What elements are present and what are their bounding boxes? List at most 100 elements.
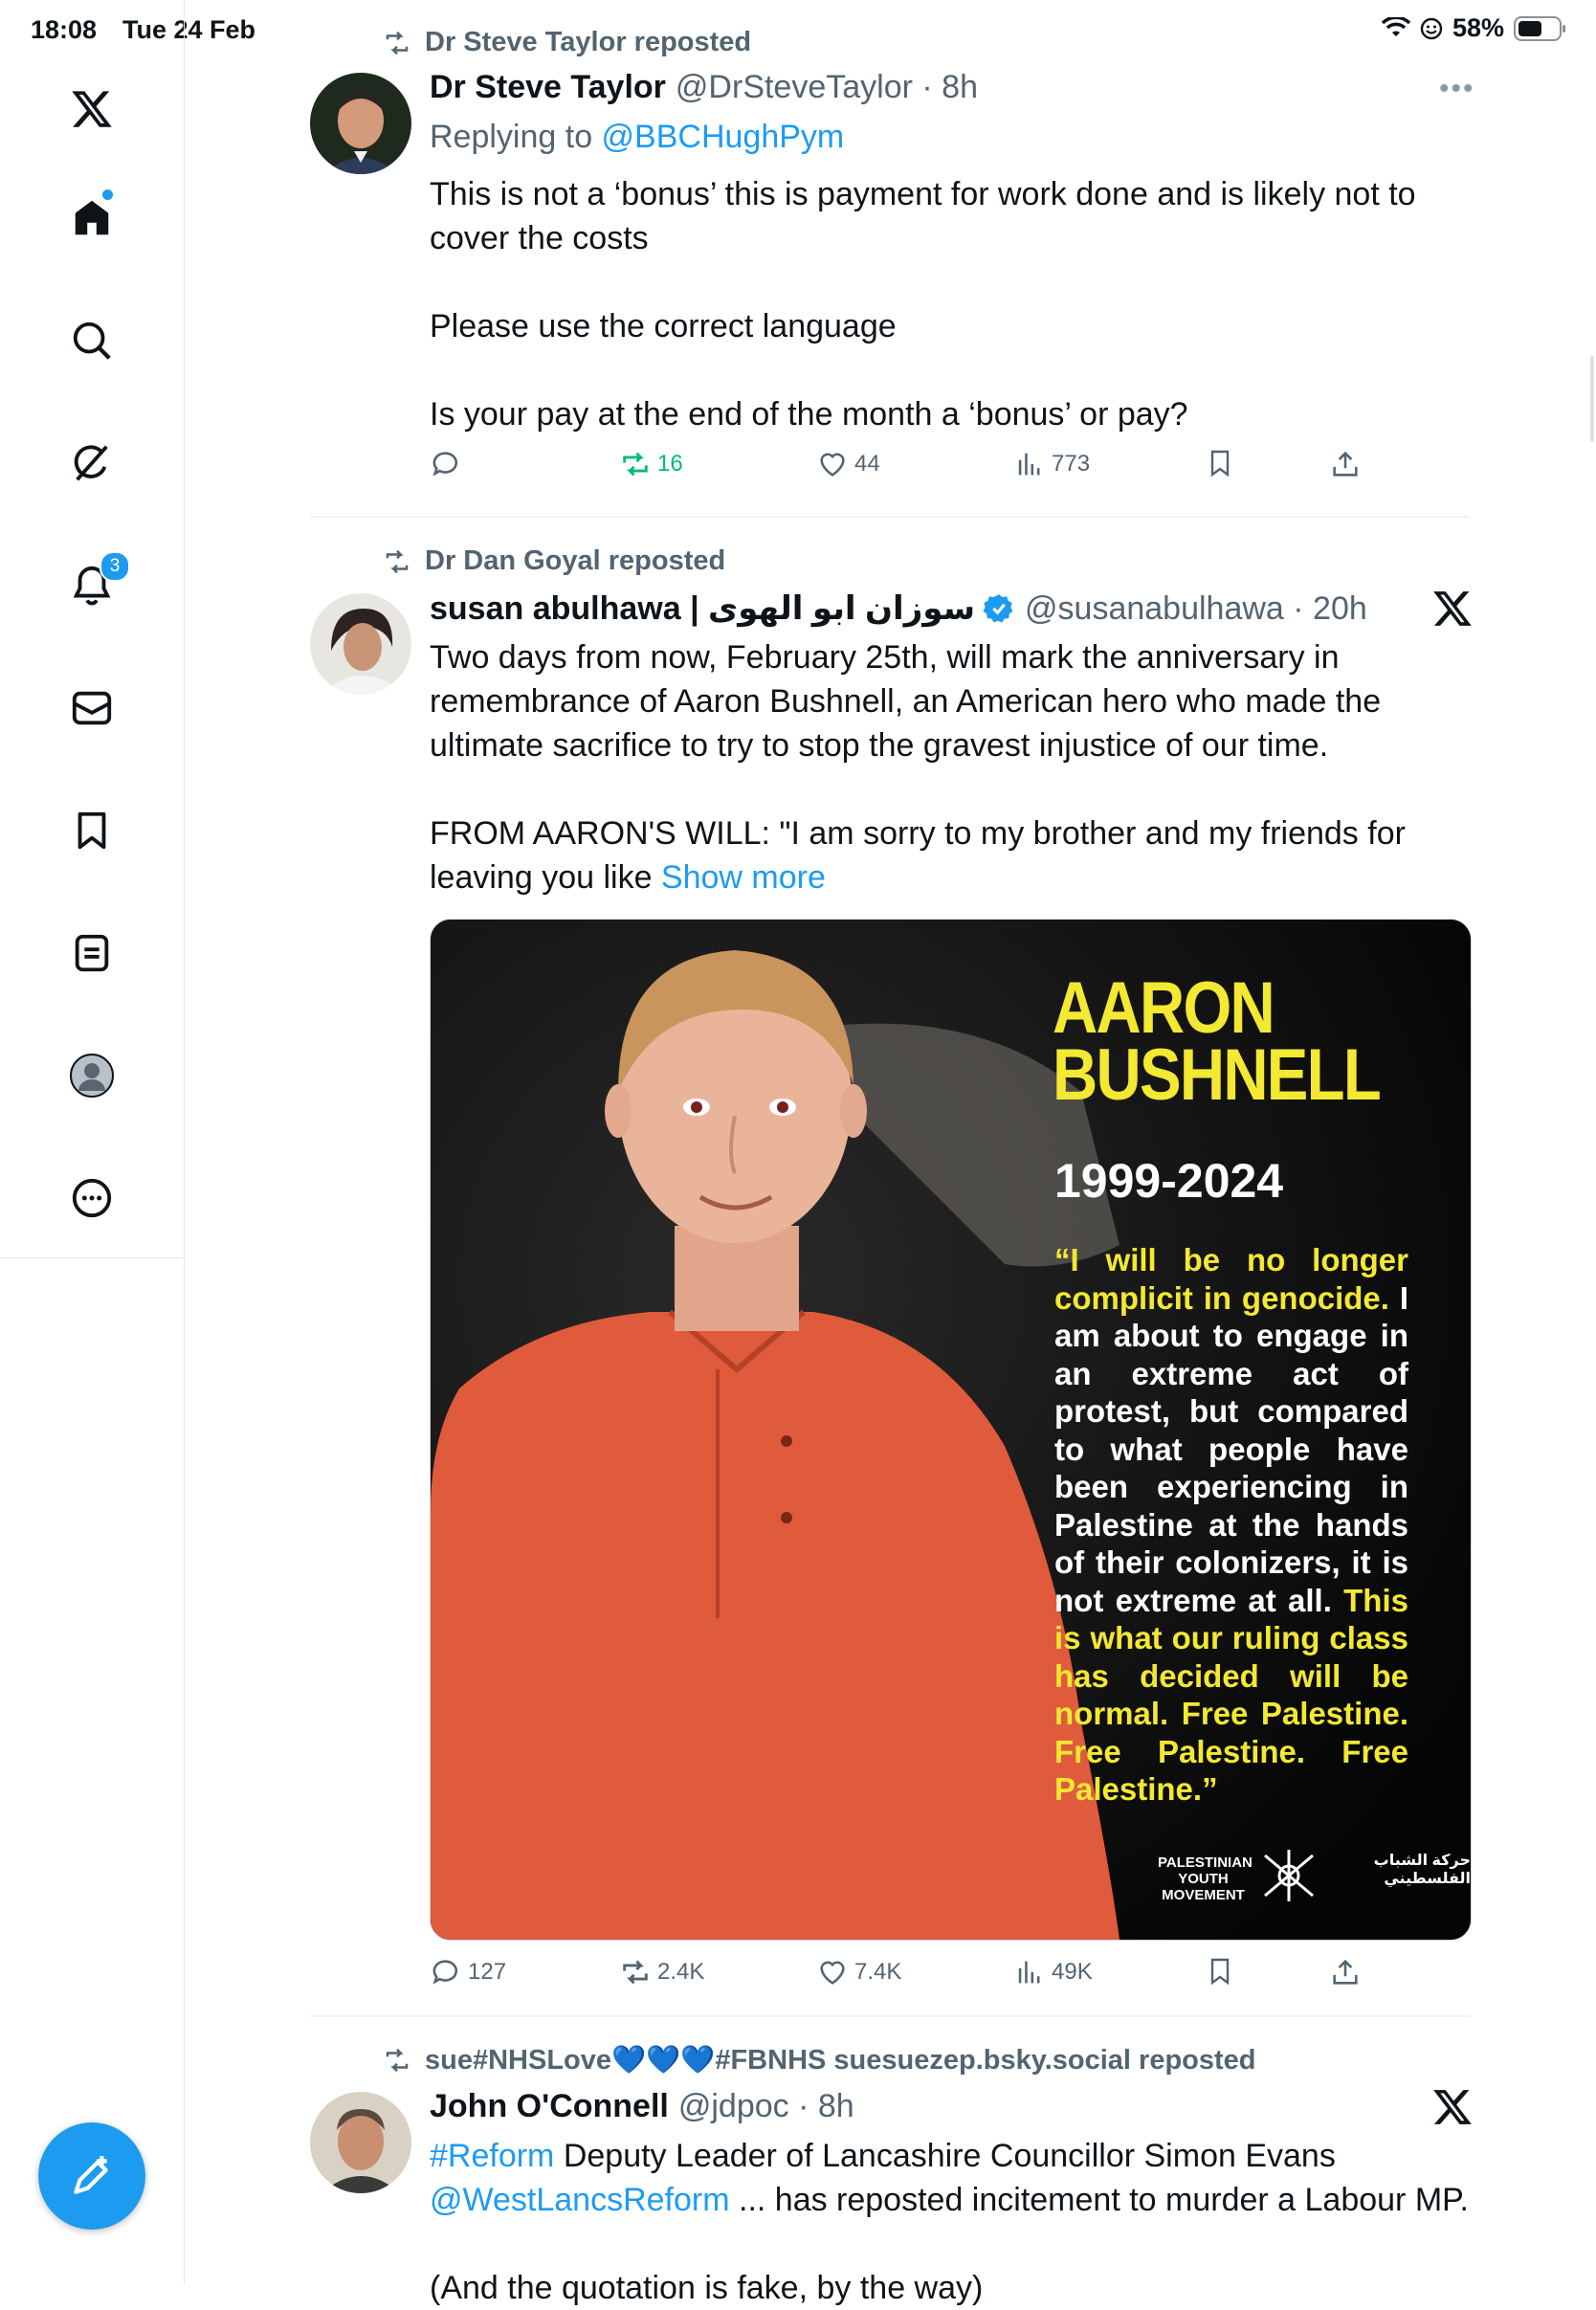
- views-button[interactable]: 49K: [1013, 1956, 1093, 1988]
- tweet-separator: [310, 516, 1470, 518]
- repost-icon: [386, 549, 409, 573]
- status-icons: 58%: [1381, 13, 1567, 43]
- share-button[interactable]: [1329, 448, 1362, 480]
- views-icon: [1018, 453, 1040, 476]
- x-logo[interactable]: [65, 82, 119, 136]
- share-button[interactable]: [1329, 1956, 1362, 1988]
- repost-count: 16: [657, 451, 683, 477]
- scrollbar[interactable]: [1590, 356, 1594, 442]
- text-line: This is not a ‘bonus’ this is payment fo…: [430, 176, 1416, 212]
- x-logo-icon: [72, 91, 112, 127]
- tweet-media-image[interactable]: AARON BUSHNELL 1999-2024 “I will be no l…: [430, 919, 1472, 1941]
- more-options-icon[interactable]: •••: [1439, 73, 1475, 105]
- text-line: ultimate sacrifice to try to stop the gr…: [430, 727, 1329, 764]
- grok-icon: [74, 445, 108, 481]
- repost-count: 2.4K: [657, 1959, 705, 1985]
- nav-profile[interactable]: [65, 1049, 119, 1102]
- show-more-link[interactable]: Show more: [661, 859, 826, 896]
- sidebar-divider: [0, 1257, 184, 1258]
- text-line: cover the costs: [430, 220, 649, 256]
- nav-bookmarks[interactable]: [65, 804, 119, 857]
- battery-icon: [1514, 15, 1565, 41]
- avatar-photo: [310, 73, 411, 174]
- heart-icon: [820, 453, 845, 477]
- nav-notifications[interactable]: 3: [65, 551, 130, 612]
- bookmark-button[interactable]: [1205, 448, 1235, 478]
- text-line: (And the quotation is fake, by the way): [430, 2270, 984, 2306]
- nav-lists[interactable]: [65, 926, 119, 980]
- repost-indicator: Dr Steve Taylor reposted: [381, 27, 751, 58]
- text-line: #Reform Deputy Leader of Lancashire Coun…: [430, 2134, 1469, 2178]
- views-count: 773: [1052, 451, 1091, 477]
- author-handle[interactable]: @DrSteveTaylor · 8h: [676, 69, 978, 106]
- views-count: 49K: [1052, 1959, 1093, 1985]
- focus-face-icon: [1420, 17, 1443, 39]
- tweet-header: John O'Connell @jdpoc · 8h: [430, 2088, 854, 2125]
- author-handle[interactable]: @susanabulhawa · 20h: [1025, 590, 1367, 628]
- like-count: 44: [854, 451, 880, 477]
- avatar-steve-taylor[interactable]: [310, 73, 411, 174]
- reply-icon: [432, 1960, 458, 1985]
- repost-by: Dr Dan Goyal reposted: [425, 545, 726, 576]
- repost-button[interactable]: 2.4K: [619, 1956, 704, 1988]
- hashtag-link[interactable]: #Reform: [430, 2138, 554, 2174]
- text-fragment: leaving you like: [430, 859, 661, 896]
- like-count: 7.4K: [854, 1959, 902, 1985]
- like-button[interactable]: 7.4K: [816, 1956, 901, 1988]
- reply-icon: [432, 452, 458, 477]
- org-name-arabic: حركة الشباب الفلسطيني: [1373, 1853, 1471, 1887]
- text-gap: [430, 2222, 1469, 2266]
- views-button[interactable]: 773: [1013, 448, 1090, 480]
- repost-by: Dr Steve Taylor reposted: [425, 27, 752, 57]
- status-bar: 18:08 Tue 24 Feb 58%: [0, 0, 1596, 57]
- text-line: Two days from now, February 25th, will m…: [430, 639, 1340, 676]
- text-gap: [430, 348, 1416, 392]
- repost-icon: [623, 452, 648, 477]
- tweet-separator: [310, 2015, 1470, 2017]
- text-gap: [430, 260, 1416, 304]
- nav-more[interactable]: [65, 1171, 119, 1225]
- nav-home[interactable]: [65, 189, 119, 245]
- text-line-last: leaving you like Show more: [430, 855, 1406, 900]
- avatar-photo: [310, 2092, 411, 2193]
- text-line: Please use the correct language: [430, 308, 897, 344]
- author-handle[interactable]: @jdpoc · 8h: [678, 2088, 854, 2125]
- reply-count: 127: [468, 1959, 507, 1985]
- avatar-photo: [310, 593, 411, 695]
- views-icon: [1018, 1961, 1040, 1984]
- avatar-john-oconnell[interactable]: [310, 2092, 411, 2193]
- home-icon: [75, 200, 109, 235]
- nav-search[interactable]: [65, 314, 119, 367]
- poster-quote: “I will be no longer complicit in genoci…: [1054, 1241, 1408, 1809]
- repost-icon: [623, 1960, 648, 1985]
- replying-to-link[interactable]: @BBCHughPym: [602, 119, 845, 155]
- battery-percent: 58%: [1452, 13, 1504, 42]
- author-name[interactable]: Dr Steve Taylor: [430, 69, 666, 106]
- tweet-actions: 16 44 773: [430, 448, 1396, 492]
- compose-button[interactable]: [38, 2122, 145, 2230]
- reply-button[interactable]: [430, 448, 462, 480]
- mail-icon: [72, 691, 112, 725]
- text-line: @WestLancsReform ... has reposted incite…: [430, 2178, 1469, 2222]
- nav-messages[interactable]: [65, 681, 119, 735]
- mention-link[interactable]: @WestLancsReform: [430, 2182, 730, 2218]
- repost-indicator: sue#NHSLove💙💙💙#FBNHS suesuezep.bsky.soci…: [381, 2044, 1256, 2077]
- text-line: remembrance of Aaron Bushnell, an Americ…: [430, 683, 1382, 720]
- bookmark-icon: [1210, 1958, 1230, 1986]
- x-logo-icon[interactable]: [1431, 588, 1474, 630]
- like-button[interactable]: 44: [816, 448, 880, 480]
- repost-button[interactable]: 16: [619, 448, 683, 480]
- text-line: FROM AARON'S WILL: "I am sorry to my bro…: [430, 815, 1406, 852]
- bookmark-button[interactable]: [1205, 1956, 1235, 1987]
- avatar-susan-abulhawa[interactable]: [310, 593, 411, 695]
- x-logo-icon[interactable]: [1431, 2086, 1474, 2128]
- tweet-text: This is not a ‘bonus’ this is payment fo…: [430, 172, 1416, 436]
- tweet-text: #Reform Deputy Leader of Lancashire Coun…: [430, 2134, 1469, 2310]
- wifi-icon: [1381, 16, 1410, 36]
- notifications-badge: 3: [100, 551, 130, 582]
- nav-grok[interactable]: [65, 436, 119, 490]
- author-name[interactable]: susan abulhawa | سوزان ابو الهوى: [430, 589, 975, 628]
- author-name[interactable]: John O'Connell: [430, 2088, 669, 2125]
- replying-prefix: Replying to: [430, 119, 602, 155]
- reply-button[interactable]: 127: [430, 1956, 506, 1988]
